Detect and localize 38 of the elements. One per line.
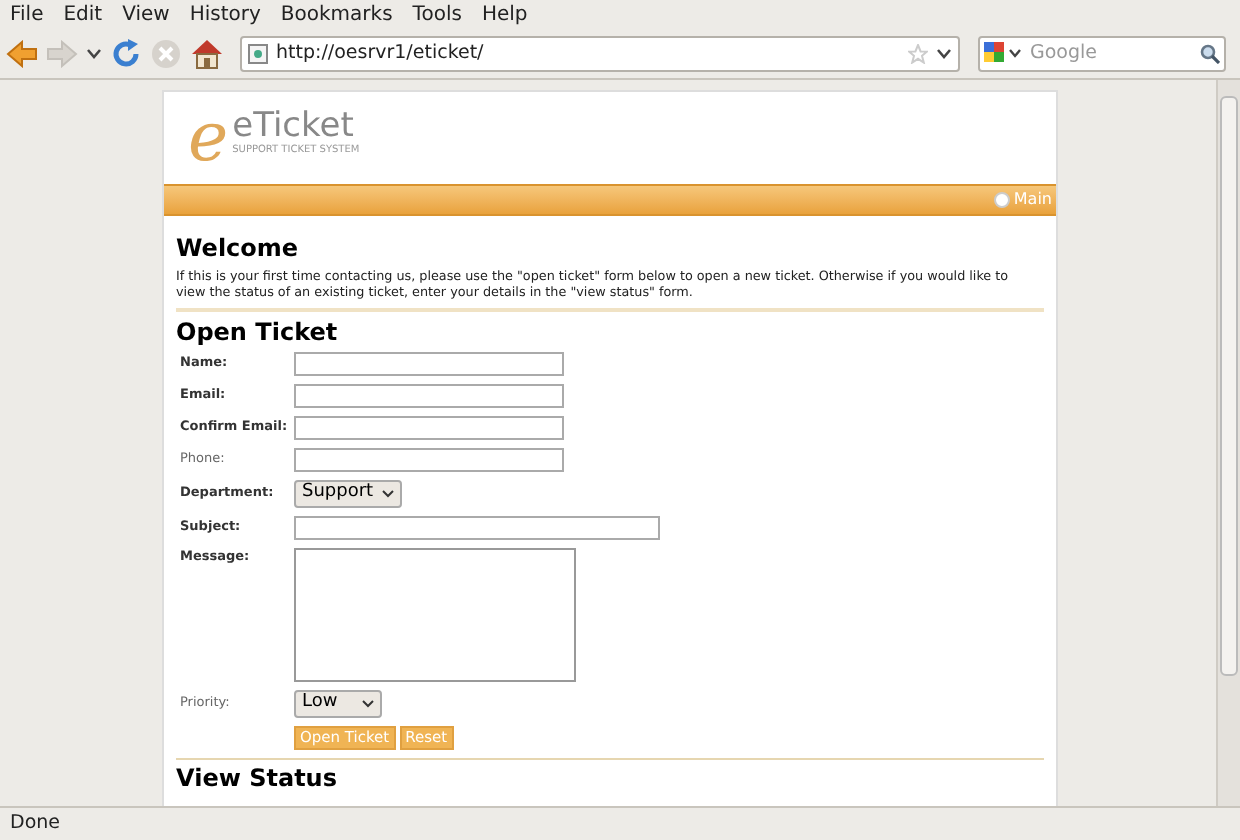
star-icon[interactable] <box>908 44 928 64</box>
stop-icon[interactable] <box>150 38 182 70</box>
url-text: http://oesrvr1/eticket/ <box>276 39 486 68</box>
scrollbar-thumb[interactable] <box>1220 96 1238 676</box>
chevron-down-icon <box>381 490 394 498</box>
chevron-down-icon <box>362 700 374 708</box>
menu-item[interactable]: History <box>189 0 261 30</box>
text-field[interactable] <box>294 384 564 408</box>
home-icon[interactable] <box>190 38 224 70</box>
section-title: View Status <box>176 764 339 792</box>
menu-item[interactable]: File <box>10 0 44 30</box>
text-field[interactable] <box>294 448 564 472</box>
address-bar[interactable]: http://oesrvr1/eticket/ <box>240 36 960 72</box>
logo-letter: e <box>188 104 229 172</box>
back-arrow-icon[interactable] <box>6 40 38 68</box>
select-dropdown[interactable]: Support <box>294 480 402 508</box>
section-title: Welcome <box>176 234 301 262</box>
text-field[interactable] <box>294 416 564 440</box>
select-dropdown[interactable]: Low <box>294 690 382 718</box>
search-engine-icon[interactable] <box>984 42 1024 66</box>
logo-title: eTicket <box>232 108 354 144</box>
chevron-down-icon[interactable] <box>936 48 952 60</box>
search-icon[interactable] <box>1200 44 1220 64</box>
menu-item[interactable]: Help <box>481 0 528 30</box>
section-title: Open Ticket <box>176 318 340 346</box>
text-field[interactable] <box>294 516 660 540</box>
message-textarea[interactable] <box>294 548 576 682</box>
text-field[interactable] <box>294 352 564 376</box>
menu-item[interactable]: Edit <box>63 0 103 30</box>
scrollbar[interactable] <box>1216 80 1240 806</box>
status-text: Done <box>10 809 60 838</box>
page-icon <box>248 44 268 64</box>
chevron-down-icon[interactable] <box>86 48 102 60</box>
reload-icon[interactable] <box>110 38 142 70</box>
menu-item[interactable]: Bookmarks <box>280 0 393 30</box>
search-placeholder: Google <box>1030 39 1100 68</box>
menu-item[interactable]: Tools <box>412 0 462 30</box>
menu-item[interactable]: View <box>122 0 170 30</box>
